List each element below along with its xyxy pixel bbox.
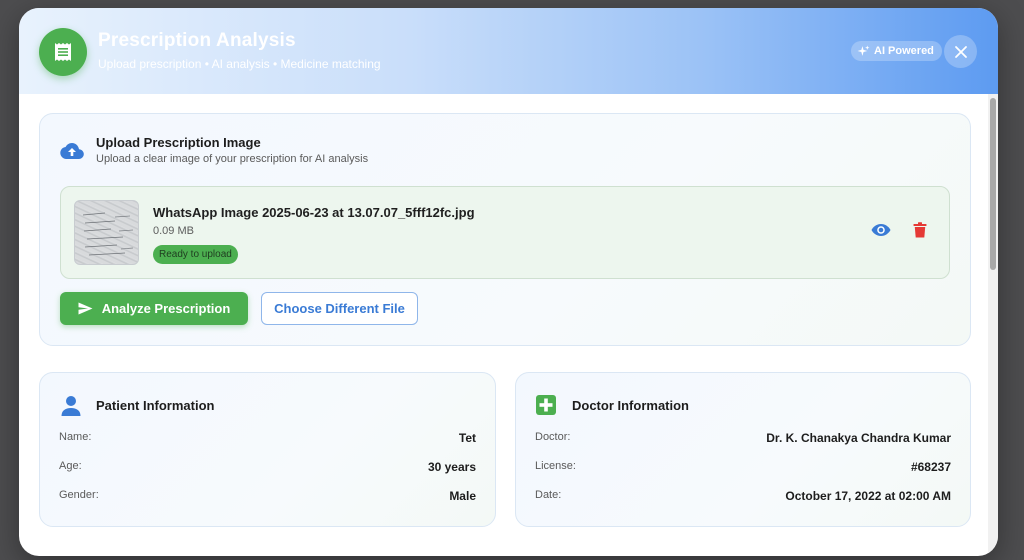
file-name: WhatsApp Image 2025-06-23 at 13.07.07_5f… (153, 205, 475, 220)
patient-info-title: Patient Information (96, 398, 215, 413)
eye-icon (871, 224, 891, 236)
sparkle-icon (857, 45, 870, 56)
upload-subtitle: Upload a clear image of your prescriptio… (96, 153, 369, 165)
doctor-license-value: #68237 (910, 460, 951, 474)
patient-age-label: Age: (59, 460, 82, 472)
patient-age-value: 30 years (427, 460, 476, 474)
patient-gender-label: Gender: (59, 489, 99, 501)
prescription-date-value: October 17, 2022 at 02:00 AM (785, 489, 951, 503)
prescription-date-label: Date: (535, 489, 562, 501)
ai-powered-badge: AI Powered (851, 41, 942, 61)
file-thumbnail[interactable] (74, 200, 139, 265)
doctor-info-title: Doctor Information (572, 398, 689, 413)
delete-file-button[interactable] (913, 222, 927, 243)
doctor-name-label: Doctor: (535, 431, 571, 443)
analyze-button-label: Analyze Prescription (101, 301, 231, 316)
close-button[interactable] (944, 35, 977, 68)
preview-button[interactable] (871, 223, 891, 242)
ai-badge-label: AI Powered (874, 45, 934, 57)
close-icon (954, 45, 967, 58)
prescription-modal: Prescription Analysis Upload prescriptio… (19, 8, 998, 556)
doctor-info-section: Doctor Information Doctor: Dr. K. Chanak… (515, 372, 971, 527)
page-title: Prescription Analysis (98, 30, 296, 51)
upload-section: Upload Prescription Image Upload a clear… (39, 113, 971, 346)
patient-info-section: Patient Information Name: Tet Age: 30 ye… (39, 372, 496, 527)
upload-title: Upload Prescription Image (96, 135, 261, 150)
selected-file-card: WhatsApp Image 2025-06-23 at 13.07.07_5f… (60, 186, 950, 279)
page-subtitle: Upload prescription • AI analysis • Medi… (98, 57, 381, 71)
prescription-icon (39, 28, 87, 76)
status-badge: Ready to upload (153, 245, 238, 264)
medical-cross-icon (536, 395, 556, 415)
analyze-prescription-button[interactable]: Analyze Prescription (60, 292, 248, 325)
person-icon (61, 396, 81, 416)
patient-gender-value: Male (449, 489, 476, 503)
choose-different-file-button[interactable]: Choose Different File (261, 292, 418, 325)
scrollbar[interactable] (988, 94, 998, 556)
cloud-upload-icon (60, 143, 84, 159)
patient-name-value: Tet (458, 431, 476, 445)
trash-icon (913, 222, 927, 238)
send-icon (78, 302, 93, 315)
file-size: 0.09 MB (153, 225, 194, 237)
patient-name-label: Name: (59, 431, 92, 443)
modal-header: Prescription Analysis Upload prescriptio… (19, 8, 998, 94)
scrollbar-thumb[interactable] (990, 98, 996, 270)
doctor-name-value: Dr. K. Chanakya Chandra Kumar (766, 431, 951, 445)
doctor-license-label: License: (535, 460, 576, 472)
